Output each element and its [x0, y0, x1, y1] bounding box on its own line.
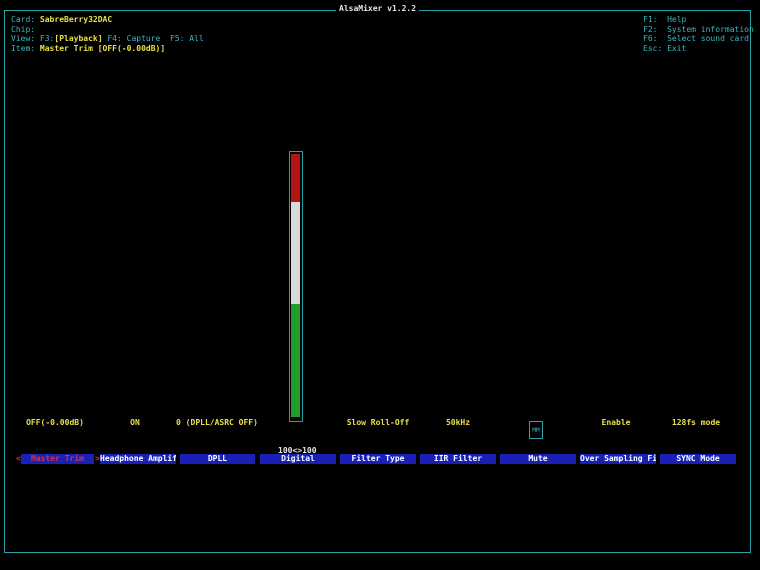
volume-bar-white-segment — [291, 202, 300, 304]
help-f2[interactable]: F2: System information — [643, 25, 754, 34]
channel-master-trim[interactable]: Master Trim — [21, 454, 94, 464]
volume-bar-red-segment — [291, 154, 300, 202]
value-dpll: 0 (DPLL/ASRC OFF) — [176, 418, 258, 427]
card-value: SabreBerry32DAC — [39, 15, 113, 24]
mixer-frame — [4, 10, 751, 553]
card-info: Card: SabreBerry32DAC Chip: View: F3:[Pl… — [11, 15, 204, 53]
view-f3-key[interactable]: F3: — [40, 34, 54, 43]
help-panel: F1: Help F2: System information F6: Sele… — [643, 15, 754, 53]
channel-dpll[interactable]: DPLL — [180, 454, 255, 464]
channel-filter-type[interactable]: Filter Type — [340, 454, 416, 464]
chip-label: Chip: — [11, 24, 36, 34]
help-esc[interactable]: Esc: Exit — [643, 44, 686, 53]
channel-digital[interactable]: Digital — [260, 454, 336, 464]
card-label: Card: — [11, 15, 36, 24]
help-f1[interactable]: F1: Help — [643, 15, 686, 24]
value-filter-type: Slow Roll-Off — [346, 418, 410, 427]
volume-bar-green-segment — [291, 304, 300, 417]
value-headphone: ON — [130, 418, 140, 427]
value-oversampling: Enable — [601, 418, 631, 427]
channel-over-sampling-filter[interactable]: Over Sampling Fil — [580, 454, 656, 464]
channel-sync-mode[interactable]: SYNC Mode — [660, 454, 736, 464]
channel-headphone-amplifier[interactable]: Headphone Amplifi — [100, 454, 176, 464]
item-label: Item: — [11, 43, 36, 53]
view-playback[interactable]: [Playback] — [54, 34, 102, 43]
channel-mute[interactable]: Mute — [500, 454, 576, 464]
view-label: View: — [11, 34, 36, 44]
mute-indicator[interactable]: MM — [529, 421, 543, 439]
help-f6[interactable]: F6: Select sound card — [643, 34, 749, 43]
app-title: AlsaMixer v1.2.2 — [336, 4, 420, 13]
item-value: Master Trim [OFF(-0.00dB)] — [39, 43, 166, 53]
value-iir-filter: 50kHz — [445, 418, 471, 427]
view-other-modes[interactable]: F4: Capture F5: All — [103, 34, 203, 43]
value-master-trim: OFF(-0.00dB) — [26, 418, 84, 427]
value-sync-mode: 128fs mode — [671, 418, 721, 427]
channel-iir-filter[interactable]: IIR Filter — [420, 454, 496, 464]
